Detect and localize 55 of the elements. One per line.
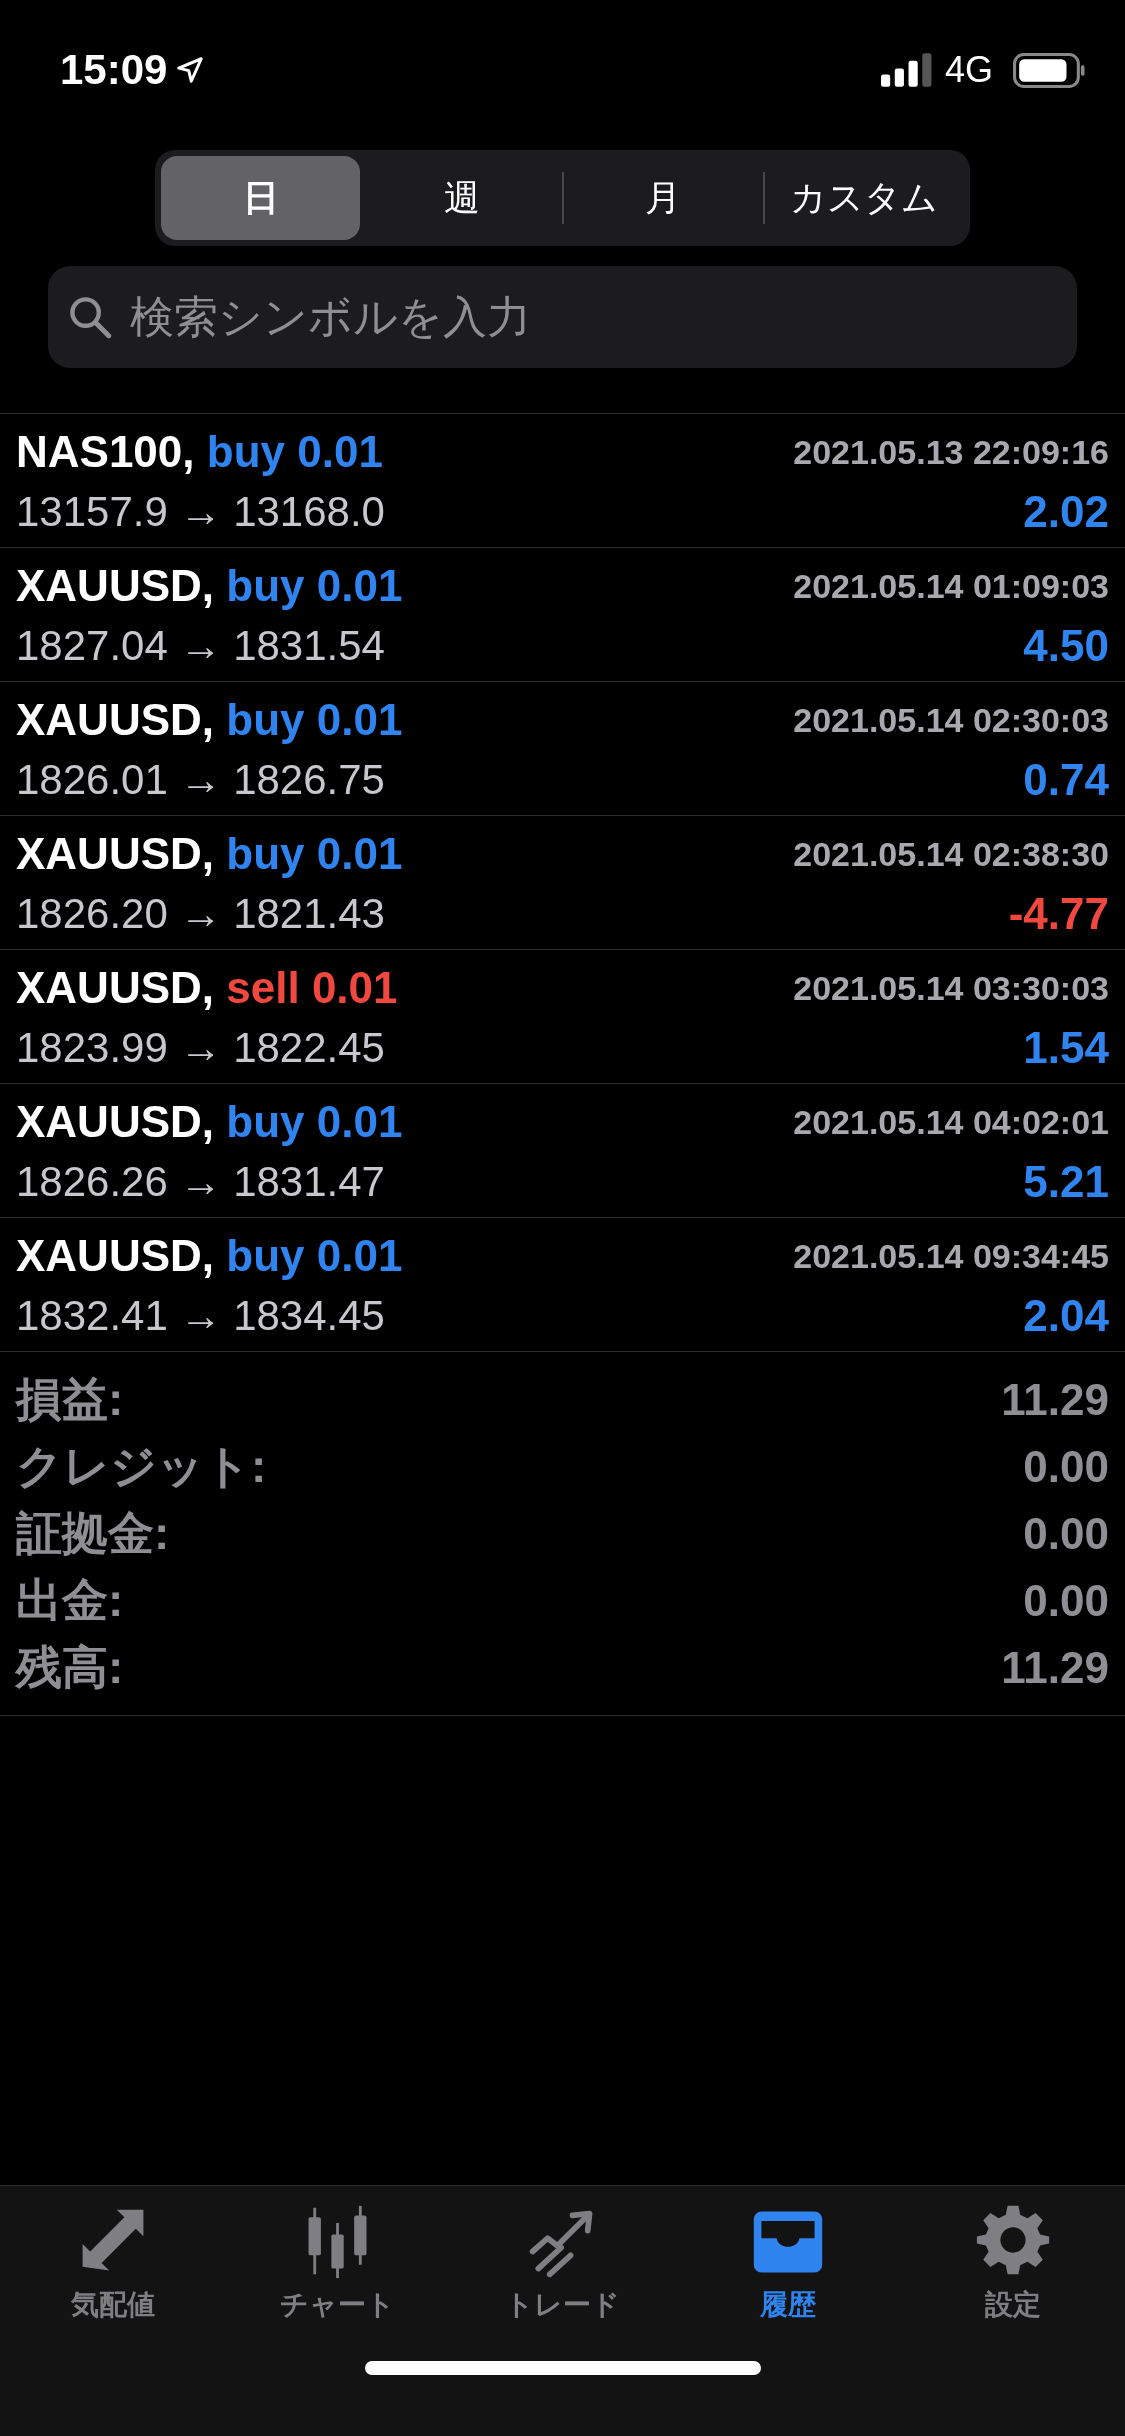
battery-icon bbox=[1013, 52, 1085, 88]
trade-title: XAUUSD, buy 0.01 bbox=[16, 829, 403, 879]
trade-time: 2021.05.14 02:30:03 bbox=[793, 700, 1109, 740]
trade-profit: 2.04 bbox=[1023, 1291, 1109, 1341]
period-tab[interactable]: 月 bbox=[563, 156, 763, 240]
trade-time: 2021.05.14 04:02:01 bbox=[793, 1102, 1109, 1142]
summary-label: 証拠金: bbox=[16, 1505, 170, 1561]
trade-title: NAS100, buy 0.01 bbox=[16, 427, 383, 477]
summary-value: 11.29 bbox=[1001, 1642, 1109, 1693]
trade-prices: 1826.01 → 1826.75 bbox=[16, 756, 385, 804]
status-time: 15:09 bbox=[60, 46, 168, 94]
trade-time: 2021.05.13 22:09:16 bbox=[793, 432, 1109, 472]
trade-title: XAUUSD, buy 0.01 bbox=[16, 1097, 403, 1147]
trade-prices: 1826.26 → 1831.47 bbox=[16, 1158, 385, 1206]
trade-title: XAUUSD, buy 0.01 bbox=[16, 1231, 403, 1281]
tab-bar-item[interactable]: 気配値 bbox=[0, 2186, 225, 2325]
period-tab[interactable]: 週 bbox=[362, 156, 562, 240]
summary-value: 0.00 bbox=[1023, 1575, 1109, 1626]
trade-prices: 1832.41 → 1834.45 bbox=[16, 1292, 385, 1340]
trade-title: XAUUSD, buy 0.01 bbox=[16, 561, 403, 611]
summary-label: 損益: bbox=[16, 1371, 124, 1427]
trade-profit: 2.02 bbox=[1023, 487, 1109, 537]
trade-profit: 1.54 bbox=[1023, 1023, 1109, 1073]
trade-profit: 0.74 bbox=[1023, 755, 1109, 805]
trade-time: 2021.05.14 03:30:03 bbox=[793, 968, 1109, 1008]
search-field[interactable]: 検索シンボルを入力 bbox=[48, 266, 1077, 368]
search-icon bbox=[68, 295, 112, 339]
summary-label: 残高: bbox=[16, 1639, 124, 1695]
trade-time: 2021.05.14 09:34:45 bbox=[793, 1236, 1109, 1276]
tab-bar-item[interactable]: 設定 bbox=[900, 2186, 1125, 2325]
location-arrow-icon bbox=[175, 55, 206, 85]
trade-prices: 1827.04 → 1831.54 bbox=[16, 622, 385, 670]
trade-prices: 1826.20 → 1821.43 bbox=[16, 890, 385, 938]
period-tab[interactable]: 日 bbox=[161, 156, 361, 240]
trade-title: XAUUSD, buy 0.01 bbox=[16, 695, 403, 745]
trade-time: 2021.05.14 01:09:03 bbox=[793, 566, 1109, 606]
summary-value: 0.00 bbox=[1023, 1441, 1109, 1492]
trade-prices: 13157.9 → 13168.0 bbox=[16, 488, 385, 536]
trade-profit: -4.77 bbox=[1008, 889, 1109, 939]
summary-value: 11.29 bbox=[1001, 1374, 1109, 1425]
signal-icon bbox=[880, 53, 933, 87]
trade-title: XAUUSD, sell 0.01 bbox=[16, 963, 398, 1013]
tab-bar-item[interactable]: トレード bbox=[450, 2186, 675, 2325]
tab-bar-item[interactable]: チャート bbox=[225, 2186, 450, 2325]
search-input[interactable]: 検索シンボルを入力 bbox=[128, 291, 1057, 343]
trade-prices: 1823.99 → 1822.45 bbox=[16, 1024, 385, 1072]
period-tab[interactable]: カスタム bbox=[764, 156, 964, 240]
trade-profit: 4.50 bbox=[1023, 621, 1109, 671]
trade-profit: 5.21 bbox=[1023, 1157, 1109, 1207]
summary-value: 0.00 bbox=[1023, 1508, 1109, 1559]
network-label: 4G bbox=[944, 49, 993, 91]
summary-label: 出金: bbox=[16, 1572, 124, 1628]
summary-label: クレジット: bbox=[16, 1438, 267, 1494]
trade-time: 2021.05.14 02:38:30 bbox=[793, 834, 1109, 874]
tab-bar-item[interactable]: 履歴 bbox=[675, 2186, 900, 2325]
